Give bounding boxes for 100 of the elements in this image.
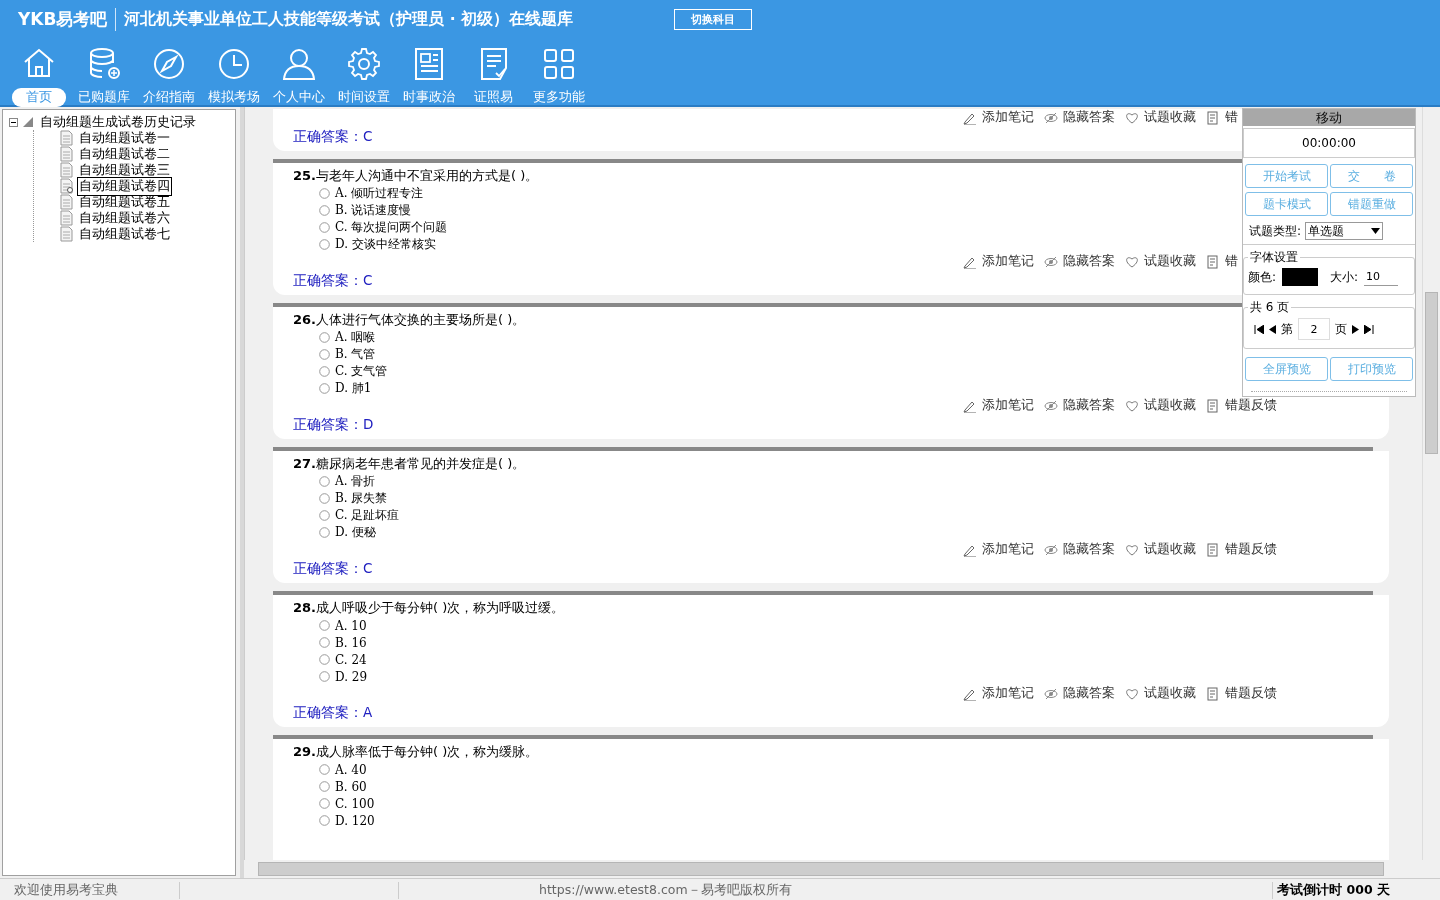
welcome-text: 欢迎使用易考宝典 <box>0 881 180 899</box>
action-link[interactable]: 添加笔记 <box>963 685 1034 702</box>
option-label: B. 60 <box>335 779 367 794</box>
next-icon[interactable] <box>1352 324 1359 334</box>
document-icon <box>1206 542 1220 557</box>
type-label: 试题类型: <box>1249 222 1302 240</box>
radio-button[interactable] <box>319 815 330 826</box>
option-label: B. 16 <box>335 635 367 650</box>
radio-button[interactable] <box>319 798 330 809</box>
settings-icon[interactable] <box>345 46 382 82</box>
action-link[interactable]: 试题收藏 <box>1125 397 1196 414</box>
radio-button[interactable] <box>319 205 330 216</box>
window-title: 河北机关事业单位工人技能等级考试（护理员 · 初级）在线题库 <box>123 8 575 30</box>
size-label: 大小: <box>1330 268 1359 286</box>
correct-answer: 正确答案：C <box>293 127 373 146</box>
action-link[interactable]: 试题收藏 <box>1125 685 1196 702</box>
heart-icon <box>1125 398 1139 413</box>
option-label: A. 10 <box>335 618 367 633</box>
panel-title[interactable]: 移动 <box>1243 109 1415 126</box>
radio-button[interactable] <box>319 781 330 792</box>
radio-button[interactable] <box>319 332 330 343</box>
heart-icon <box>1125 686 1139 701</box>
eye-icon <box>1044 686 1058 701</box>
correct-answer: 正确答案：D <box>293 415 374 434</box>
document-icon <box>60 210 73 226</box>
action-link[interactable]: 错 <box>1206 109 1238 126</box>
radio-button[interactable] <box>319 476 330 487</box>
page-prefix: 第 <box>1281 320 1293 338</box>
previous-icon[interactable] <box>1269 324 1276 334</box>
document-icon <box>60 162 73 178</box>
type-dropdown[interactable]: 单选题 <box>1305 222 1384 240</box>
color-swatch[interactable] <box>1282 268 1319 286</box>
radio-button[interactable] <box>319 654 330 665</box>
radio-button[interactable] <box>319 239 330 250</box>
document-icon <box>1206 398 1220 413</box>
correct-answer: 正确答案：C <box>293 559 373 578</box>
vertical-scrollbar[interactable] <box>1422 107 1440 860</box>
user-icon[interactable] <box>280 46 317 82</box>
action-link[interactable]: 错题反馈 <box>1206 685 1277 702</box>
radio-button[interactable] <box>319 671 330 682</box>
group-title: 字体设置 <box>1249 249 1299 266</box>
action-link[interactable]: 错题反馈 <box>1206 397 1277 414</box>
color-label: 颜色: <box>1248 268 1277 286</box>
action-link[interactable]: 隐藏答案 <box>1044 253 1115 270</box>
radio-button[interactable] <box>319 349 330 360</box>
radio-button[interactable] <box>319 637 330 648</box>
eye-icon <box>1044 542 1058 557</box>
page-suffix: 页 <box>1335 320 1347 338</box>
action-link[interactable]: 隐藏答案 <box>1044 685 1115 702</box>
document-icon <box>60 194 73 210</box>
document-icon <box>1206 686 1220 701</box>
option-label: C. 支气管 <box>335 363 388 380</box>
option-label: A. 咽喉 <box>335 329 376 346</box>
collapse-icon[interactable] <box>9 117 18 127</box>
radio-button[interactable] <box>319 222 330 233</box>
page-field[interactable]: 2 <box>1298 318 1330 340</box>
option-label: A. 40 <box>335 762 367 777</box>
radio-button[interactable] <box>319 620 330 631</box>
action-link[interactable]: 添加笔记 <box>963 541 1034 558</box>
radio-button[interactable] <box>319 188 330 199</box>
action-link[interactable]: 试题收藏 <box>1125 541 1196 558</box>
first-page-icon[interactable] <box>1254 324 1264 334</box>
option-label: C. 足趾坏疽 <box>335 507 400 524</box>
timer: 00:00:00 <box>1243 128 1415 158</box>
option-label: B. 气管 <box>335 346 376 363</box>
action-link[interactable]: 隐藏答案 <box>1044 109 1115 126</box>
question-text: 27.糖尿病老年患者常见的并发症是( )。 <box>293 455 526 473</box>
question-text: 28.成人呼吸少于每分钟( )次，称为呼吸过缓。 <box>293 599 565 617</box>
action-link[interactable]: 隐藏答案 <box>1044 397 1115 414</box>
radio-button[interactable] <box>319 510 330 521</box>
action-link[interactable]: 试题收藏 <box>1125 109 1196 126</box>
radio-button[interactable] <box>319 527 330 538</box>
action-link[interactable]: 添加笔记 <box>963 109 1034 126</box>
option-label: D. 120 <box>335 813 375 828</box>
action-link[interactable]: 隐藏答案 <box>1044 541 1115 558</box>
radio-button[interactable] <box>319 366 330 377</box>
option-label: B. 说话速度慢 <box>335 202 412 219</box>
heart-icon <box>1125 542 1139 557</box>
correct-answer: 正确答案：A <box>293 703 373 722</box>
option-label: D. 29 <box>335 669 368 684</box>
question-text: 25.与老年人沟通中不宜采用的方式是( )。 <box>293 167 539 185</box>
copyright-text: https://www.etest8.com－易考吧版权所有 <box>398 881 1273 899</box>
action-link[interactable]: 错题反馈 <box>1206 541 1277 558</box>
last-page-icon[interactable] <box>1364 324 1374 334</box>
countdown-text: 考试倒计时 000 天 <box>1272 881 1440 899</box>
document-pin-icon <box>60 178 73 194</box>
tree-item[interactable]: 自动组题试卷四 <box>77 176 172 196</box>
option-label: D. 肺1 <box>335 380 372 397</box>
radio-button[interactable] <box>319 493 330 504</box>
document-icon <box>60 146 73 162</box>
radio-button[interactable] <box>319 383 330 394</box>
action-link[interactable]: 错 <box>1206 253 1238 270</box>
action-link[interactable]: 添加笔记 <box>963 253 1034 270</box>
radio-button[interactable] <box>319 764 330 775</box>
question-text: 29.成人脉率低于每分钟( )次，称为缓脉。 <box>293 743 539 761</box>
action-link[interactable]: 试题收藏 <box>1125 253 1196 270</box>
action-link[interactable]: 添加笔记 <box>963 397 1034 414</box>
option-label: A. 骨折 <box>335 473 376 490</box>
document-icon <box>60 130 73 146</box>
eye-icon <box>1044 254 1058 269</box>
